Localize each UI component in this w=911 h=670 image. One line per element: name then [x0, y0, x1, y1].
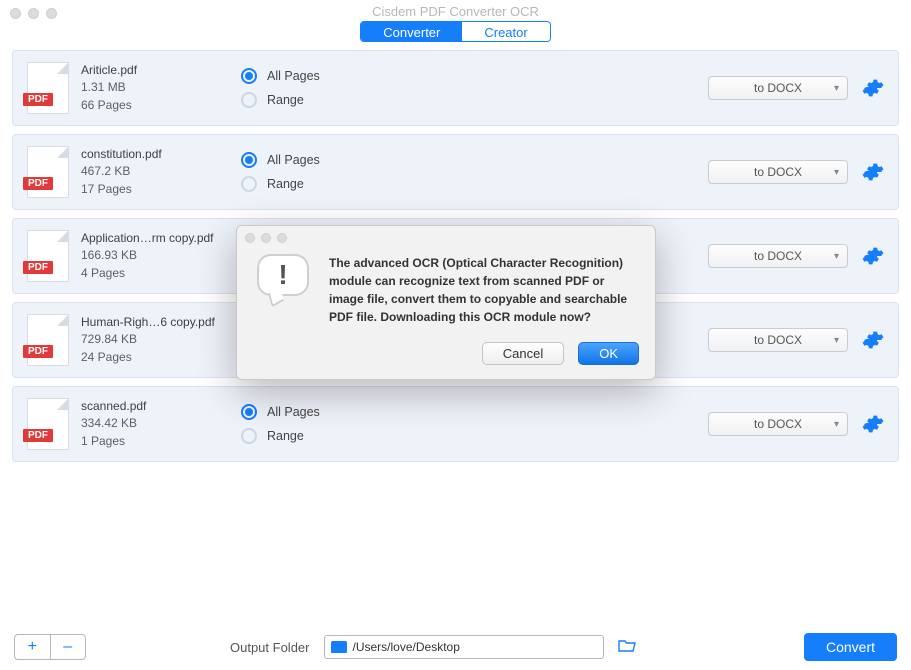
pdf-badge: PDF: [23, 93, 53, 106]
file-size: 166.93 KB: [81, 247, 239, 264]
radio-label: Range: [267, 177, 304, 191]
pdf-file-icon: PDF: [27, 314, 69, 366]
window-controls: [10, 8, 57, 19]
tab-creator[interactable]: Creator: [462, 22, 549, 41]
zoom-icon[interactable]: [46, 8, 57, 19]
pdf-file-icon: PDF: [27, 398, 69, 450]
output-folder-label: Output Folder: [230, 640, 310, 655]
folder-icon: [331, 641, 347, 653]
ok-button[interactable]: OK: [578, 342, 639, 365]
radio-all-pages[interactable]: All Pages: [241, 152, 320, 168]
remove-button[interactable]: –: [50, 635, 86, 659]
file-size: 334.42 KB: [81, 415, 239, 432]
gear-icon[interactable]: [862, 77, 884, 99]
titlebar: Cisdem PDF Converter OCR Converter Creat…: [0, 0, 911, 42]
alert-icon: !: [257, 254, 311, 302]
page-range-group: All Pages Range: [241, 404, 320, 444]
file-meta: constitution.pdf467.2 KB17 Pages: [81, 146, 239, 198]
close-icon[interactable]: [245, 233, 255, 243]
bottom-bar: + – Output Folder /Users/love/Desktop Co…: [0, 624, 911, 670]
page-range-group: All Pages Range: [241, 152, 320, 192]
dialog-window-controls: [237, 226, 655, 250]
radio-range[interactable]: Range: [241, 428, 320, 444]
pdf-file-icon: PDF: [27, 230, 69, 282]
tab-converter[interactable]: Converter: [361, 22, 462, 41]
radio-all-pages[interactable]: All Pages: [241, 404, 320, 420]
radio-range[interactable]: Range: [241, 92, 320, 108]
ocr-download-dialog: ! The advanced OCR (Optical Character Re…: [236, 225, 656, 380]
file-size: 729.84 KB: [81, 331, 239, 348]
minimize-icon[interactable]: [261, 233, 271, 243]
radio-range[interactable]: Range: [241, 176, 320, 192]
app-title: Cisdem PDF Converter OCR: [372, 4, 539, 19]
file-name: Ariticle.pdf: [81, 62, 239, 79]
radio-label: Range: [267, 93, 304, 107]
table-row: PDF Ariticle.pdf1.31 MB66 Pages All Pages R…: [12, 50, 899, 126]
cancel-button[interactable]: Cancel: [482, 342, 564, 365]
open-folder-icon[interactable]: [618, 638, 636, 657]
radio-icon: [241, 68, 257, 84]
output-folder-path: /Users/love/Desktop: [353, 640, 460, 654]
add-remove-stepper: + –: [14, 634, 86, 660]
output-format-dropdown[interactable]: to DOCX: [708, 412, 848, 436]
gear-icon[interactable]: [862, 329, 884, 351]
file-name: scanned.pdf: [81, 398, 239, 415]
zoom-icon[interactable]: [277, 233, 287, 243]
radio-icon: [241, 428, 257, 444]
radio-icon: [241, 404, 257, 420]
pdf-badge: PDF: [23, 345, 53, 358]
file-size: 1.31 MB: [81, 79, 239, 96]
convert-button[interactable]: Convert: [804, 633, 897, 661]
file-pages: 4 Pages: [81, 265, 239, 282]
file-size: 467.2 KB: [81, 163, 239, 180]
add-button[interactable]: +: [15, 635, 50, 659]
radio-icon: [241, 176, 257, 192]
radio-label: All Pages: [267, 153, 320, 167]
output-format-dropdown[interactable]: to DOCX: [708, 76, 848, 100]
file-pages: 66 Pages: [81, 97, 239, 114]
mode-tabs: Converter Creator: [360, 21, 550, 42]
file-pages: 1 Pages: [81, 433, 239, 450]
dialog-message: The advanced OCR (Optical Character Reco…: [329, 254, 635, 326]
radio-label: All Pages: [267, 405, 320, 419]
output-folder-field[interactable]: /Users/love/Desktop: [324, 635, 604, 659]
pdf-file-icon: PDF: [27, 62, 69, 114]
gear-icon[interactable]: [862, 413, 884, 435]
table-row: PDFconstitution.pdf467.2 KB17 PagesAll P…: [12, 134, 899, 210]
file-meta: Ariticle.pdf1.31 MB66 Pages: [81, 62, 239, 114]
output-format-dropdown[interactable]: to DOCX: [708, 244, 848, 268]
output-format-dropdown[interactable]: to DOCX: [708, 160, 848, 184]
radio-icon: [241, 152, 257, 168]
table-row: PDF scanned.pdf334.42 KB1 Pages All Pages R…: [12, 386, 899, 462]
gear-icon[interactable]: [862, 245, 884, 267]
file-name: constitution.pdf: [81, 146, 239, 163]
radio-label: Range: [267, 429, 304, 443]
radio-icon: [241, 92, 257, 108]
file-meta: Human-Righ…6 copy.pdf729.84 KB24 Pages: [81, 314, 239, 366]
radio-all-pages[interactable]: All Pages: [241, 68, 320, 84]
pdf-file-icon: PDF: [27, 146, 69, 198]
gear-icon[interactable]: [862, 161, 884, 183]
file-name: Application…rm copy.pdf: [81, 230, 239, 247]
pdf-badge: PDF: [23, 177, 53, 190]
pdf-badge: PDF: [23, 261, 53, 274]
radio-label: All Pages: [267, 69, 320, 83]
file-meta: Application…rm copy.pdf166.93 KB4 Pages: [81, 230, 239, 282]
minimize-icon[interactable]: [28, 8, 39, 19]
output-format-dropdown[interactable]: to DOCX: [708, 328, 848, 352]
file-pages: 24 Pages: [81, 349, 239, 366]
file-pages: 17 Pages: [81, 181, 239, 198]
file-name: Human-Righ…6 copy.pdf: [81, 314, 239, 331]
file-meta: scanned.pdf334.42 KB1 Pages: [81, 398, 239, 450]
page-range-group: All Pages Range: [241, 68, 320, 108]
close-icon[interactable]: [10, 8, 21, 19]
pdf-badge: PDF: [23, 429, 53, 442]
